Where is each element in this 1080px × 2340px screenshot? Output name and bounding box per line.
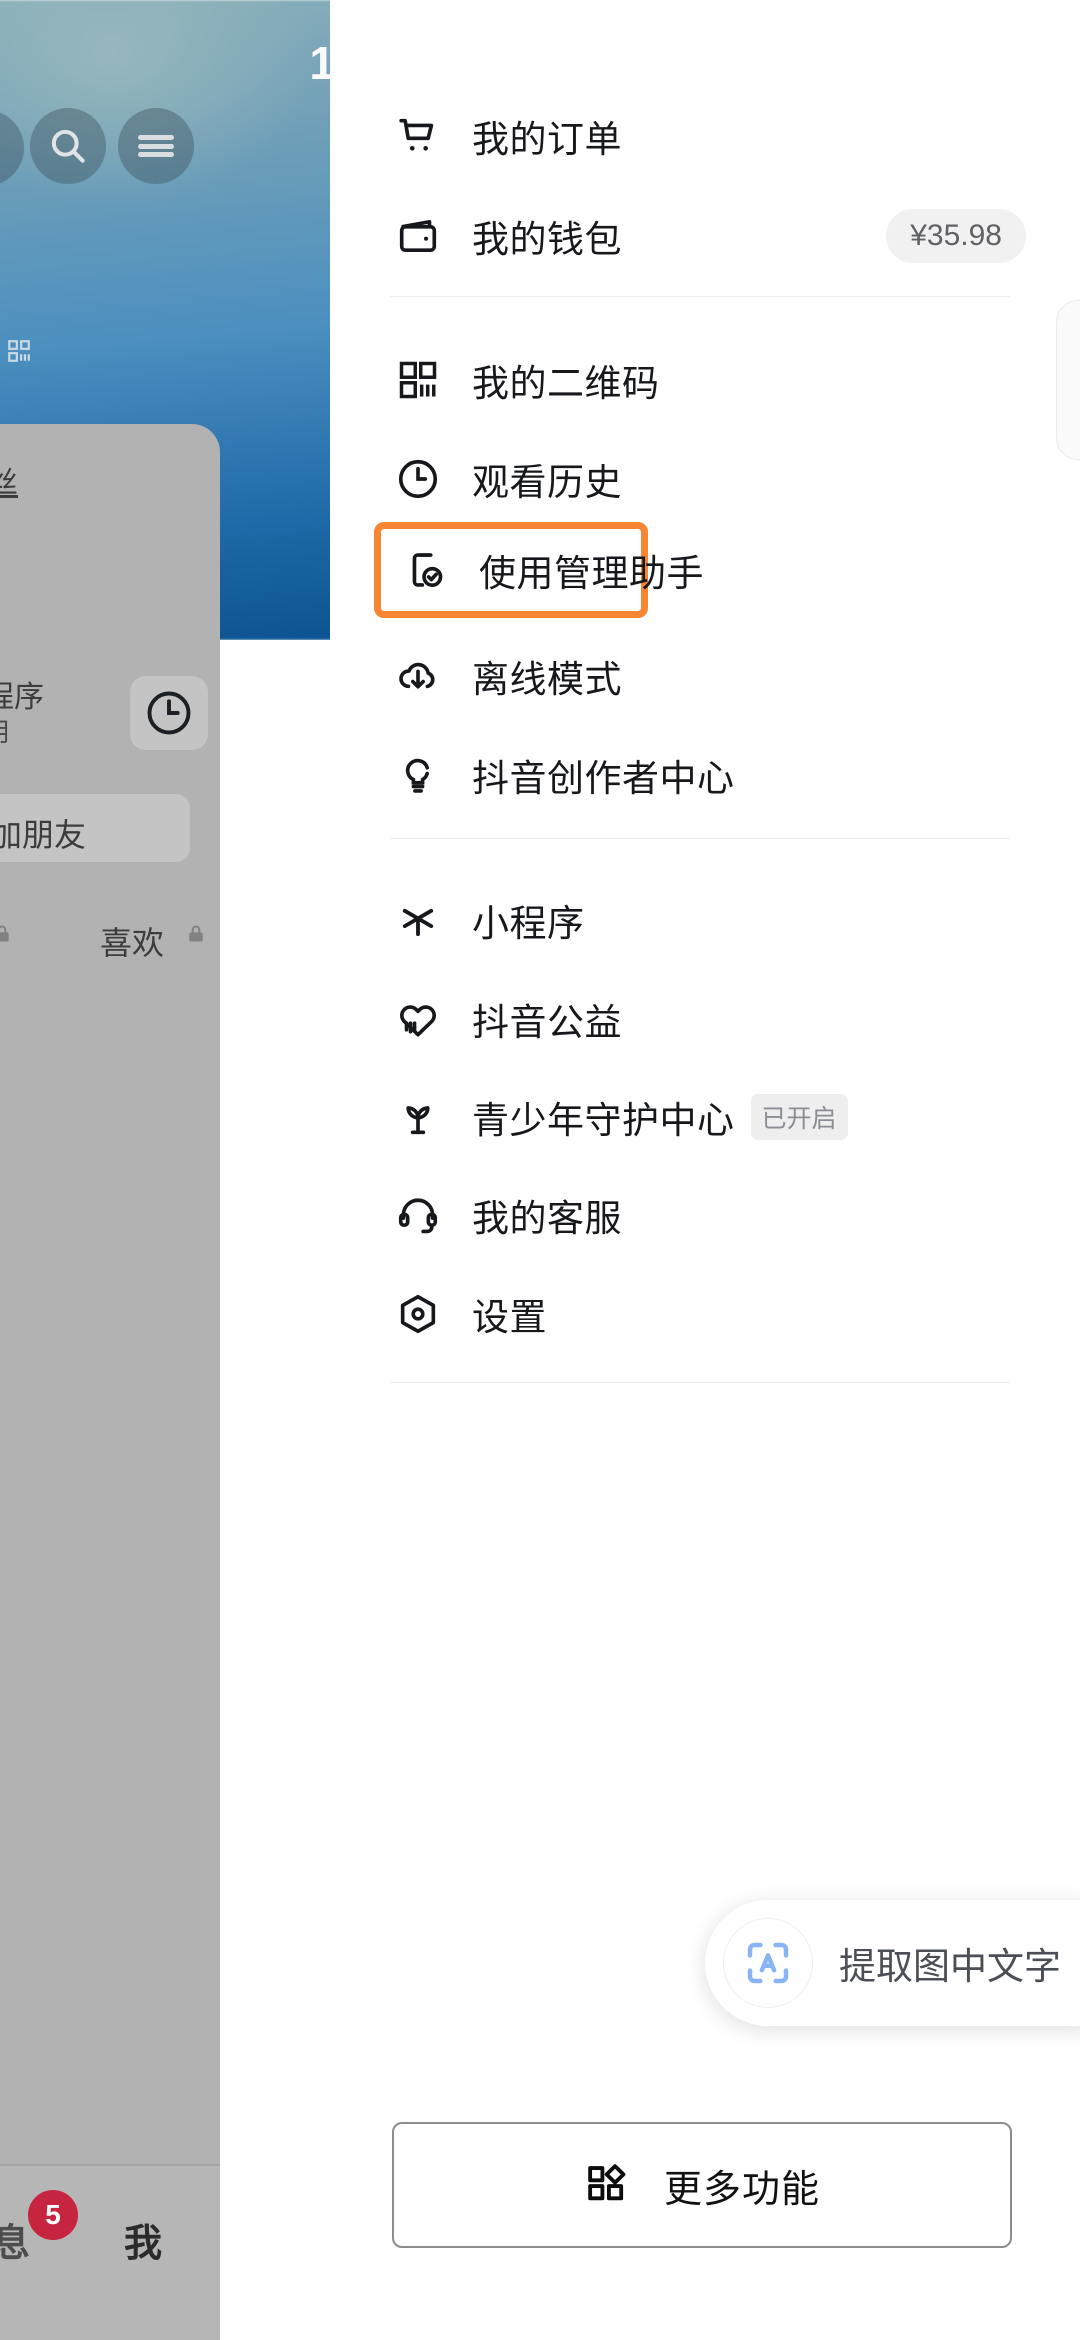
hamburger-menu-icon[interactable]	[118, 108, 194, 184]
edge-peek-card	[1056, 300, 1080, 460]
wallet-icon	[390, 213, 446, 259]
nav-top-border	[0, 2164, 220, 2166]
starburst-icon	[390, 897, 446, 943]
drawer-item-my-qr-code[interactable]: 我的二维码	[390, 332, 1026, 428]
background-app: 1 丝 程序 用 加朋友	[0, 0, 340, 2340]
drawer-item-label: 设置	[472, 1297, 547, 1338]
drawer-item-label: 我的钱包	[472, 219, 622, 260]
drawer-item-teen-guardian[interactable]: 青少年守护中心 已开启	[390, 1069, 1026, 1165]
drawer-item-usage-manager[interactable]: 使用管理助手	[374, 522, 704, 618]
drawer-item-label: 我的订单	[472, 119, 622, 160]
message-badge: 5	[28, 2190, 78, 2240]
clock-icon[interactable]	[130, 676, 208, 750]
extract-text-label: 提取图中文字	[839, 1946, 1061, 1987]
screen: 1 丝 程序 用 加朋友	[0, 0, 1080, 2340]
bottom-nav-bar	[0, 2164, 220, 2340]
headset-icon	[390, 1192, 446, 1238]
drawer-item-label: 小程序	[472, 903, 585, 944]
mini-program-sub-label: 用	[0, 712, 10, 749]
sprout-icon	[390, 1094, 446, 1140]
more-functions-button[interactable]: 更多功能	[392, 2122, 1012, 2248]
grid-apps-icon	[584, 2160, 630, 2211]
drawer-item-my-wallet[interactable]: 我的钱包 ¥35.98	[390, 188, 1026, 284]
heart-pulse-icon	[390, 996, 446, 1042]
drawer-item-settings[interactable]: 设置	[390, 1266, 1026, 1362]
drawer-item-charity[interactable]: 抖音公益	[390, 971, 1026, 1067]
lock-icon	[189, 925, 203, 942]
more-functions-label: 更多功能	[663, 2168, 820, 2211]
mini-program-label[interactable]: 程序	[0, 672, 44, 716]
drawer-item-label: 抖音公益	[472, 1002, 622, 1043]
phone-check-icon	[397, 547, 453, 593]
lock-icon	[0, 925, 9, 942]
drawer-item-customer-service[interactable]: 我的客服	[390, 1167, 1026, 1263]
drawer-item-label: 我的客服	[472, 1198, 622, 1239]
menu-line	[138, 143, 174, 149]
drawer-item-label: 抖音创作者中心	[472, 758, 735, 799]
add-friend-label: 加朋友	[0, 817, 87, 853]
qr-code-icon	[390, 358, 446, 402]
drawer-item-label: 观看历史	[472, 462, 622, 503]
wallet-balance-badge: ¥35.98	[886, 209, 1026, 263]
likes-tab-label[interactable]: 喜欢	[100, 918, 164, 964]
status-badge: 已开启	[750, 1094, 848, 1140]
scan-text-icon	[723, 1918, 813, 2008]
drawer-item-offline-mode[interactable]: 离线模式	[390, 628, 1026, 724]
drawer-item-mini-programs[interactable]: 小程序	[390, 872, 1026, 968]
menu-line	[138, 152, 174, 157]
nav-item-messages[interactable]: 息	[0, 2212, 30, 2267]
cloud-download-icon	[390, 653, 446, 699]
drawer-item-label: 使用管理助手	[479, 553, 704, 594]
search-icon[interactable]	[30, 108, 106, 184]
extract-text-pill[interactable]: 提取图中文字	[705, 1900, 1080, 2026]
nav-item-me[interactable]: 我	[124, 2212, 162, 2267]
divider	[390, 1382, 1010, 1383]
fans-label[interactable]: 丝	[0, 458, 18, 502]
divider	[390, 296, 1010, 297]
hexagon-gear-icon	[390, 1291, 446, 1337]
drawer-item-creator-center[interactable]: 抖音创作者中心	[390, 727, 1026, 823]
drawer-item-watch-history[interactable]: 观看历史	[390, 431, 1026, 527]
drawer-item-my-orders[interactable]: 我的订单	[390, 88, 1026, 184]
menu-line	[138, 135, 174, 140]
drawer-item-label: 离线模式	[472, 659, 622, 700]
qr-code-icon[interactable]	[6, 338, 32, 364]
clock-icon	[390, 456, 446, 502]
drawer-item-label: 青少年守护中心	[472, 1100, 735, 1141]
divider	[390, 838, 1010, 839]
drawer-item-label: 我的二维码	[472, 363, 660, 404]
lightbulb-icon	[390, 752, 446, 798]
shopping-cart-icon	[390, 113, 446, 159]
